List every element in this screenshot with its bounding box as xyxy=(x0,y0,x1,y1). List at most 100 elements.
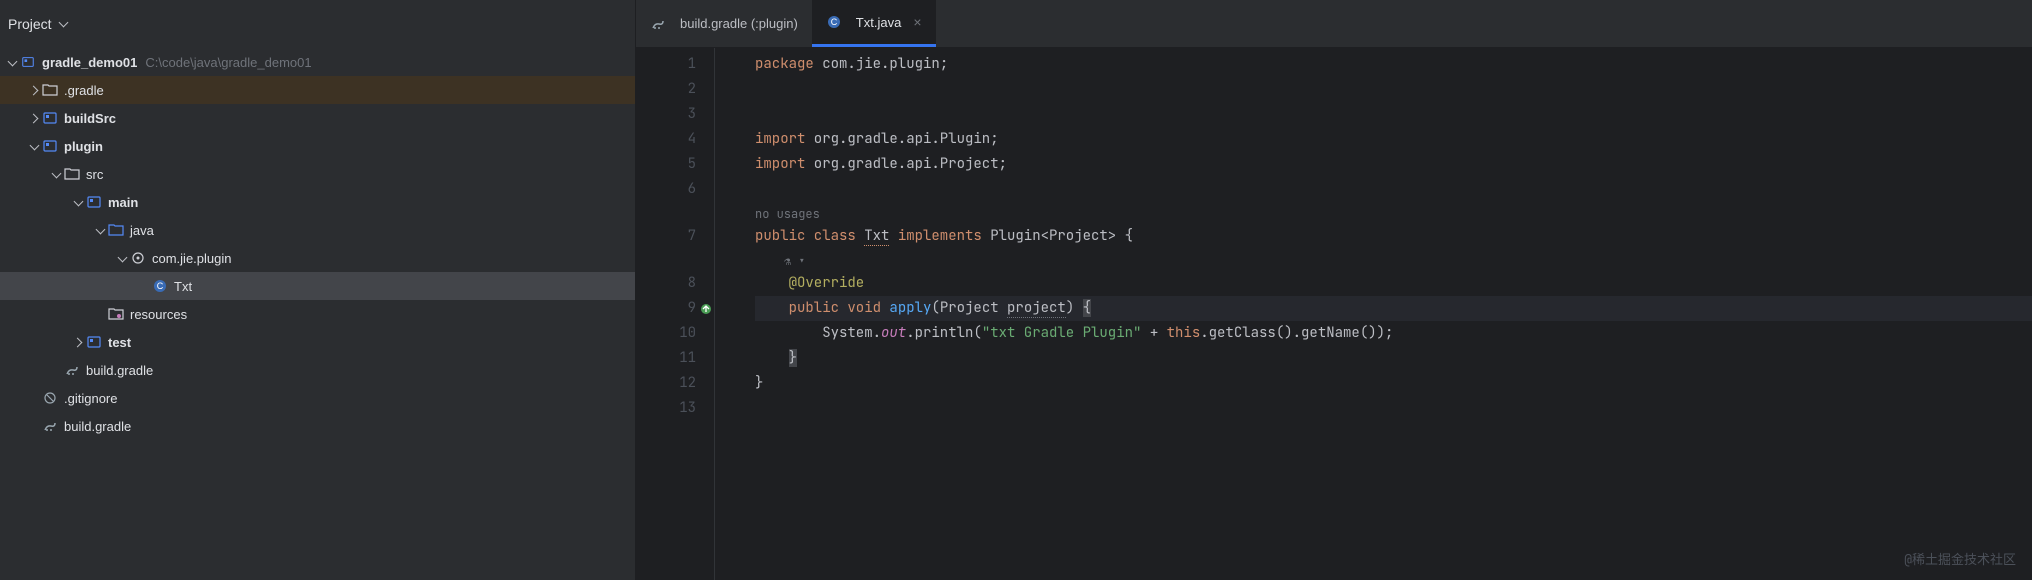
code-content[interactable]: package com.jie.plugin; import org.gradle… xyxy=(714,48,2032,580)
class-icon: C xyxy=(826,14,842,30)
arrow-collapsed-icon[interactable] xyxy=(26,110,42,126)
tab-build-gradle---plugin-[interactable]: build.gradle (:plugin) xyxy=(636,0,812,47)
arrow-expanded-icon[interactable] xyxy=(114,250,130,266)
tree-item-label: .gitignore xyxy=(64,391,117,406)
code-line[interactable]: } xyxy=(755,346,2032,371)
svg-text:C: C xyxy=(157,281,164,291)
code-line[interactable]: import org.gradle.api.Project; xyxy=(755,152,2032,177)
tree-item-build-gradle[interactable]: build.gradle xyxy=(0,412,635,440)
arrow-expanded-icon[interactable] xyxy=(92,222,108,238)
code-line[interactable]: package com.jie.plugin; xyxy=(755,52,2032,77)
arrow-none-icon xyxy=(92,306,108,322)
module-icon xyxy=(42,138,58,154)
line-number: 3 xyxy=(636,102,696,127)
tree-item--gradle[interactable]: .gradle xyxy=(0,76,635,104)
tree-item-com-jie-plugin[interactable]: com.jie.plugin xyxy=(0,244,635,272)
ignore-icon xyxy=(42,390,58,406)
tree-root[interactable]: gradle_demo01 C:\code\java\gradle_demo01 xyxy=(0,48,635,76)
gutter: 12345678910111213 xyxy=(636,48,714,580)
editor-area: build.gradle (:plugin) C Txt.java × 12 3456 7… xyxy=(636,0,2032,580)
code-line[interactable] xyxy=(755,396,2032,421)
module-icon xyxy=(42,110,58,126)
resource-folder-icon xyxy=(108,306,124,322)
code-line[interactable] xyxy=(755,102,2032,127)
line-number: 5 xyxy=(636,152,696,177)
root-path: C:\code\java\gradle_demo01 xyxy=(145,55,311,70)
override-icon[interactable] xyxy=(700,300,712,325)
line-number: 13 xyxy=(636,396,696,421)
tree-item-label: resources xyxy=(130,307,187,322)
root-name: gradle_demo01 xyxy=(42,55,137,70)
folder-icon xyxy=(42,82,58,98)
tree-item-plugin[interactable]: plugin xyxy=(0,132,635,160)
project-sidebar: Project gradle_demo01 C:\code\java\gradl… xyxy=(0,0,636,580)
project-tree: gradle_demo01 C:\code\java\gradle_demo01… xyxy=(0,48,635,580)
line-number: 11 xyxy=(636,346,696,371)
folder-icon xyxy=(64,166,80,182)
tree-item-label: build.gradle xyxy=(86,363,153,378)
package-icon xyxy=(130,250,146,266)
code-line[interactable]: public void apply(Project project) { xyxy=(755,296,2032,321)
tree-item-test[interactable]: test xyxy=(0,328,635,356)
tree-item-resources[interactable]: resources xyxy=(0,300,635,328)
arrow-collapsed-icon[interactable] xyxy=(26,82,42,98)
tree-item-label: buildSrc xyxy=(64,111,116,126)
code-line[interactable]: public class Txt implements Plugin<Proje… xyxy=(755,224,2032,249)
arrow-none-icon xyxy=(26,390,42,406)
source-folder-icon xyxy=(108,222,124,238)
arrow-expanded-icon[interactable] xyxy=(26,138,42,154)
code-line[interactable] xyxy=(755,77,2032,102)
tree-item-java[interactable]: java xyxy=(0,216,635,244)
tree-item-label: test xyxy=(108,335,131,350)
sidebar-header[interactable]: Project xyxy=(0,0,635,48)
code-line[interactable] xyxy=(755,177,2032,202)
module-icon xyxy=(20,54,36,70)
code-editor[interactable]: 12345678910111213 package com.jie.plugin… xyxy=(636,48,2032,580)
line-number: 7 xyxy=(636,224,696,249)
tree-item-label: src xyxy=(86,167,103,182)
class-icon: C xyxy=(152,278,168,294)
arrow-none-icon xyxy=(26,418,42,434)
tab-label: Txt.java xyxy=(856,15,902,30)
line-number: 8 xyxy=(636,271,696,296)
arrow-expanded-icon[interactable] xyxy=(70,194,86,210)
gradle-icon xyxy=(650,16,666,32)
tree-item-label: main xyxy=(108,195,138,210)
tree-item-label: build.gradle xyxy=(64,419,131,434)
arrow-none-icon xyxy=(136,278,152,294)
line-number: 4 xyxy=(636,127,696,152)
code-line[interactable]: } xyxy=(755,371,2032,396)
code-line[interactable]: System.out.println("txt Gradle Plugin" +… xyxy=(755,321,2032,346)
tab-label: build.gradle (:plugin) xyxy=(680,16,798,31)
tree-item-label: Txt xyxy=(174,279,192,294)
tree-item-txt[interactable]: C Txt xyxy=(0,272,635,300)
line-number: 9 xyxy=(636,296,696,321)
close-icon[interactable]: × xyxy=(913,14,921,30)
tree-item-build-gradle[interactable]: build.gradle xyxy=(0,356,635,384)
arrow-expanded-icon[interactable] xyxy=(4,54,20,70)
tree-item-label: plugin xyxy=(64,139,103,154)
chevron-down-icon xyxy=(60,16,67,32)
inlay-action-icon[interactable]: ⚗ ▾ xyxy=(755,249,2032,271)
tree-item-label: java xyxy=(130,223,154,238)
editor-tabs: build.gradle (:plugin) C Txt.java × xyxy=(636,0,2032,48)
arrow-expanded-icon[interactable] xyxy=(48,166,64,182)
tree-item-buildsrc[interactable]: buildSrc xyxy=(0,104,635,132)
tree-item-src[interactable]: src xyxy=(0,160,635,188)
svg-text:C: C xyxy=(831,17,838,27)
arrow-collapsed-icon[interactable] xyxy=(70,334,86,350)
code-line[interactable]: import org.gradle.api.Plugin; xyxy=(755,127,2032,152)
inlay-hint: no usages xyxy=(755,202,2032,224)
tree-item-label: .gradle xyxy=(64,83,104,98)
tab-txt-java[interactable]: C Txt.java × xyxy=(812,0,936,47)
tree-item--gitignore[interactable]: .gitignore xyxy=(0,384,635,412)
tree-item-main[interactable]: main xyxy=(0,188,635,216)
line-number: 6 xyxy=(636,177,696,202)
code-line[interactable]: @Override xyxy=(755,271,2032,296)
arrow-none-icon xyxy=(48,362,64,378)
line-number: 10 xyxy=(636,321,696,346)
tree-item-label: com.jie.plugin xyxy=(152,251,232,266)
line-number: 12 xyxy=(636,371,696,396)
line-number: 1 xyxy=(636,52,696,77)
watermark: @稀土掘金技术社区 xyxy=(1904,547,2016,572)
